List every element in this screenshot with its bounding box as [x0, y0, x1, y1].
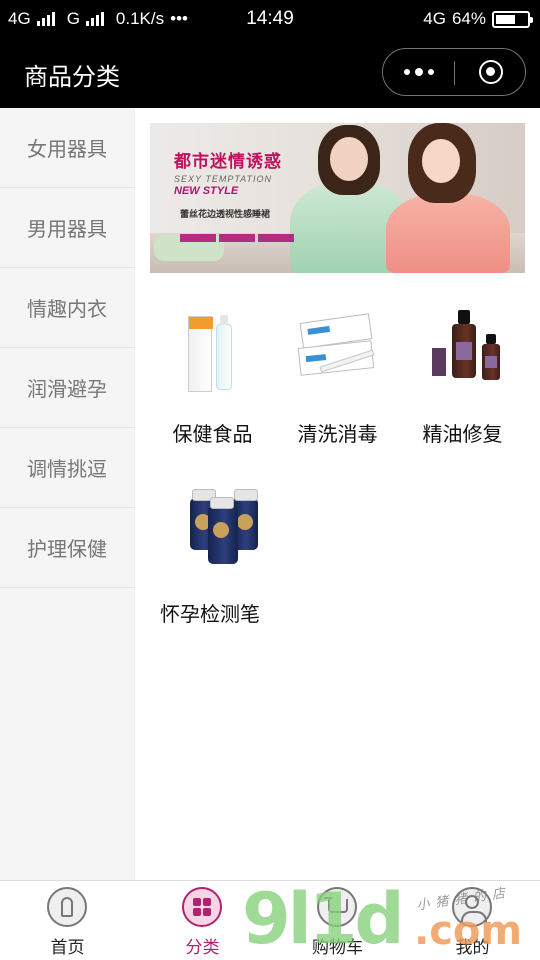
category-item-health-food[interactable]: 保健食品 [150, 288, 275, 458]
tab-label: 分类 [185, 938, 220, 957]
battery-fill [496, 14, 515, 24]
banner-new-style: NEW STYLE [174, 185, 239, 197]
sidebar-item-lubricant[interactable]: 润滑避孕 [0, 348, 134, 428]
banner-title-box: 都市迷情诱惑 SEXY TEMPTATION NEW STYLE [174, 147, 298, 201]
category-item-essential-oil[interactable]: 精油修复 [400, 288, 525, 458]
category-sidebar: 女用器具 男用器具 情趣内衣 润滑避孕 调情挑逗 护理保健 [0, 108, 135, 880]
banner-title: 都市迷情诱惑 [174, 152, 282, 171]
category-label: 怀孕检测笔 [160, 604, 260, 626]
banner-title-en: SEXY TEMPTATION [174, 174, 273, 184]
banner-tag-box: 蕾丝花边透视性感睡裙 [180, 207, 298, 242]
category-label: 保健食品 [172, 424, 253, 446]
banner-subtitle: 蕾丝花边透视性感睡裙 [180, 209, 271, 219]
user-icon [452, 887, 492, 927]
sidebar-item-lingerie[interactable]: 情趣内衣 [0, 268, 134, 348]
status-bar: 4G G 0.1K/s ••• 14:49 4G 64% [0, 0, 540, 38]
tab-label: 购物车 [312, 938, 363, 957]
tab-label: 首页 [50, 938, 85, 957]
tab-cart[interactable]: 购物车 [270, 881, 405, 960]
close-mini-program-icon[interactable] [455, 49, 526, 95]
category-label: 精油修复 [422, 424, 503, 446]
promo-banner[interactable]: 都市迷情诱惑 SEXY TEMPTATION NEW STYLE 蕾丝花边透视性… [150, 123, 525, 273]
banner-tags [180, 234, 298, 242]
category-label: 清洗消毒 [297, 424, 378, 446]
category-item-pregnancy-test[interactable]: 怀孕检测笔 [150, 468, 275, 638]
battery-icon [492, 10, 533, 28]
health-food-product-image [172, 296, 252, 396]
banner-model-2-face [422, 139, 460, 183]
banner-model-1-face [330, 137, 368, 181]
sidebar-item-care[interactable]: 护理保健 [0, 508, 134, 588]
sidebar-item-female-toys[interactable]: 女用器具 [0, 108, 134, 188]
network-type-label-3: 4G [423, 9, 446, 28]
status-right: 4G 64% [423, 9, 533, 29]
sidebar-item-male-toys[interactable]: 男用器具 [0, 188, 134, 268]
supplement-jar-product-image [172, 476, 258, 576]
sidebar-item-flirting[interactable]: 调情挑逗 [0, 428, 134, 508]
test-strip-product-image [297, 296, 377, 396]
essential-oil-product-image [422, 296, 502, 396]
home-icon [47, 887, 87, 927]
category-item-cleaning[interactable]: 清洗消毒 [275, 288, 400, 458]
banner-model-2 [386, 193, 510, 273]
page-title: 商品分类 [24, 64, 120, 91]
category-content: 都市迷情诱惑 SEXY TEMPTATION NEW STYLE 蕾丝花边透视性… [135, 108, 540, 880]
tab-home[interactable]: 首页 [0, 881, 135, 960]
nav-bar: 商品分类 [0, 38, 540, 108]
tab-profile[interactable]: 我的 [405, 881, 540, 960]
tab-category[interactable]: 分类 [135, 881, 270, 960]
tab-label: 我的 [455, 938, 490, 957]
tab-bar: 首页 分类 购物车 我的 [0, 880, 540, 960]
battery-percent: 64% [451, 9, 486, 28]
mini-program-capsule [382, 48, 526, 96]
more-options-icon[interactable] [383, 49, 454, 95]
category-icon [182, 887, 222, 927]
cart-icon [317, 887, 357, 927]
